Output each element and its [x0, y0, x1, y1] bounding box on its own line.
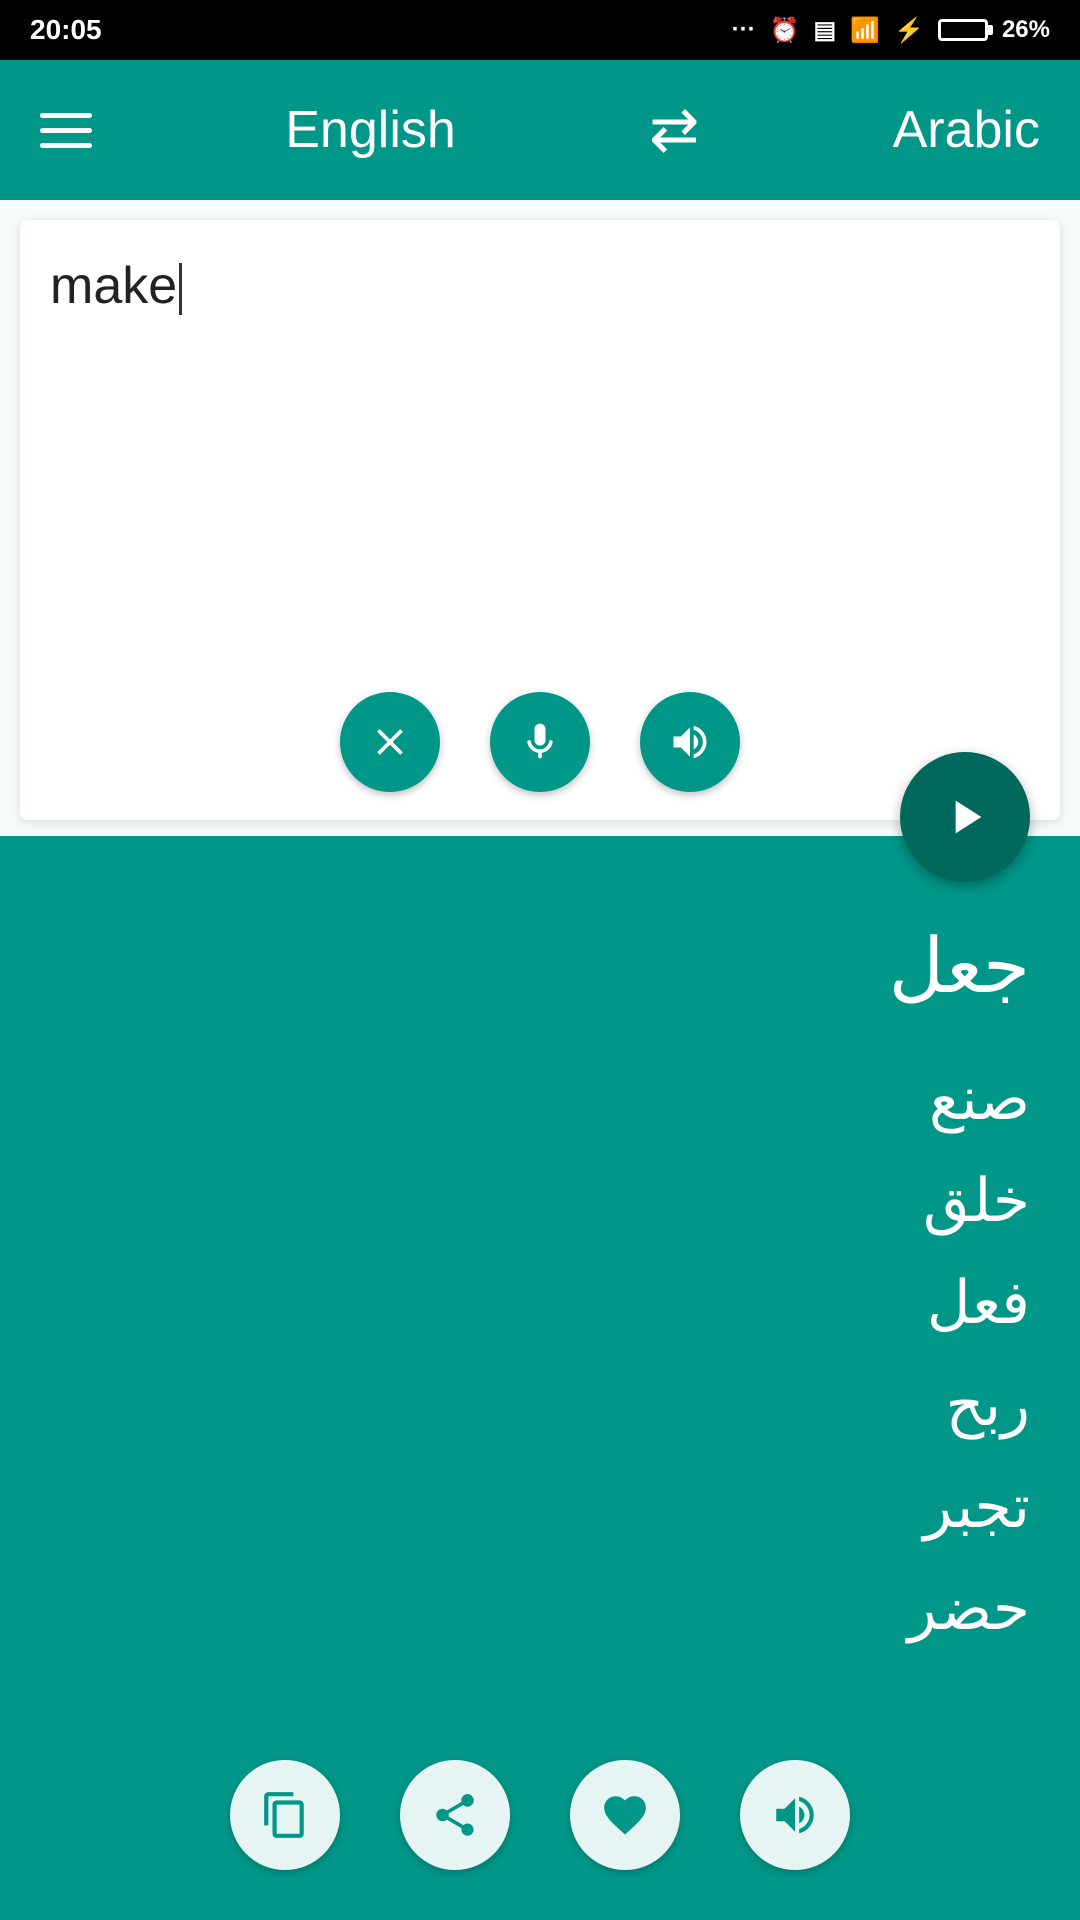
microphone-button[interactable]: [490, 692, 590, 792]
translated-text-container: جعل صنعخلقفعلربحتجبرحضر: [30, 906, 1050, 1660]
status-bar: 20:05 ··· ⏰ ▤ 📶 ⚡ 26%: [0, 0, 1080, 60]
menu-button[interactable]: [40, 113, 92, 148]
output-action-buttons: [230, 1760, 850, 1870]
time-display: 20:05: [30, 14, 102, 46]
heart-icon: [600, 1790, 650, 1840]
bolt-icon: ⚡: [894, 16, 924, 45]
menu-line-3: [40, 143, 92, 148]
input-section: make: [0, 200, 1080, 836]
source-language-label[interactable]: English: [285, 100, 456, 160]
status-time: 20:05: [30, 14, 102, 46]
main-content: make: [0, 200, 1080, 1920]
copy-button[interactable]: [230, 1760, 340, 1870]
volume-icon: [668, 720, 712, 764]
battery-bar: [938, 19, 988, 41]
input-action-buttons: [340, 692, 740, 792]
swap-languages-button[interactable]: [649, 95, 699, 165]
translated-main-word: جعل: [30, 906, 1030, 1028]
speak-input-button[interactable]: [640, 692, 740, 792]
favorite-button[interactable]: [570, 1760, 680, 1870]
source-text-display[interactable]: make: [50, 250, 1030, 690]
translated-alt-words: صنعخلقفعلربحتجبرحضر: [30, 1048, 1030, 1660]
dots-icon: ···: [732, 16, 756, 44]
signal-icon: 📶: [850, 16, 880, 45]
alarm-icon: ⏰: [770, 16, 800, 45]
mic-icon: [518, 720, 562, 764]
sim-icon: ▤: [813, 16, 836, 45]
speak-output-button[interactable]: [740, 1760, 850, 1870]
input-card: make: [20, 220, 1060, 820]
status-icons: ··· ⏰ ▤ 📶 ⚡ 26%: [732, 16, 1050, 45]
text-cursor: [179, 263, 182, 315]
menu-line-1: [40, 113, 92, 118]
clear-button[interactable]: [340, 692, 440, 792]
send-icon: [937, 789, 993, 845]
menu-line-2: [40, 128, 92, 133]
battery-percent: 26%: [1002, 16, 1050, 44]
translate-button[interactable]: [900, 752, 1030, 882]
copy-icon: [260, 1790, 310, 1840]
output-section: جعل صنعخلقفعلربحتجبرحضر: [0, 836, 1080, 1920]
target-language-label[interactable]: Arabic: [893, 100, 1040, 160]
input-text: make: [50, 257, 177, 315]
top-navigation-bar: English Arabic: [0, 60, 1080, 200]
volume-output-icon: [770, 1790, 820, 1840]
x-icon: [368, 720, 412, 764]
share-icon: [430, 1790, 480, 1840]
share-button[interactable]: [400, 1760, 510, 1870]
